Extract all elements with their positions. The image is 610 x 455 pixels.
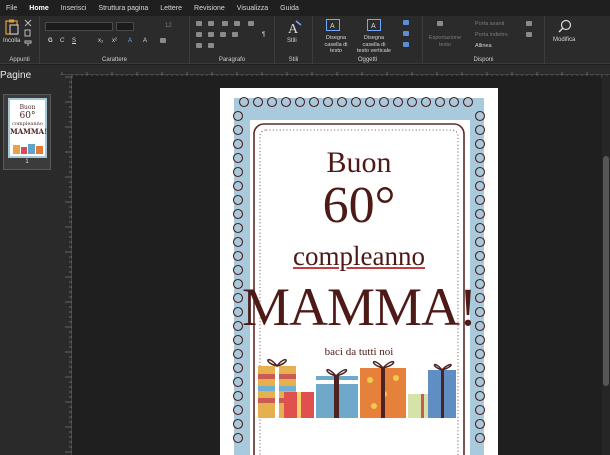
group-appunti: Incolla Appunti [0,16,40,64]
svg-text:A: A [330,23,335,30]
group-label-stili: Stili [288,57,299,63]
draw-vertical-text-box-button[interactable]: Disegna casella di testo verticale [357,35,391,55]
group-stili: A Stili Stili [275,16,313,64]
line-spacing-icon[interactable] [248,21,254,26]
shapes-icon[interactable] [403,42,409,47]
superscript-button[interactable]: x² [112,38,117,44]
group-disponi: Esportazione testo Porta avanti Porta in… [423,16,545,64]
tab-home[interactable]: Home [23,5,54,12]
align-button[interactable]: Allinea [475,43,492,49]
publisher-app: File Home Inserisci Struttura pagina Let… [0,0,610,455]
text-box-icon[interactable]: A [326,19,340,31]
font-size-value: 12 [165,23,172,29]
columns-icon[interactable] [196,43,202,48]
svg-text:A: A [371,23,376,30]
increase-indent-icon[interactable] [234,21,240,26]
group-label-carattere: Carattere [101,57,127,63]
send-backward-button: Porta indietro [475,32,508,38]
tab-struttura-pagina[interactable]: Struttura pagina [92,5,154,12]
format-painter-icon[interactable] [24,39,32,47]
styles-icon[interactable]: A [286,19,302,36]
group-label-disponi: Disponi [473,57,494,63]
decrease-indent-icon[interactable] [222,21,228,26]
vertical-text-box-icon[interactable]: A [367,19,381,31]
copy-icon[interactable] [24,29,32,37]
table-icon[interactable] [403,20,409,25]
group-label-appunti: Appunti [9,57,30,63]
paragraph-marks-icon[interactable]: ¶ [262,32,265,38]
card-text-mamma[interactable]: MAMMA! [220,276,498,338]
align-left-icon[interactable] [196,32,202,37]
pages-pane-title: Pagine [0,70,32,81]
tab-revisione[interactable]: Revisione [188,5,231,12]
ruler-ticks-left [65,76,72,453]
scrollbar-thumb[interactable] [603,156,609,386]
card-text-60[interactable]: 60° [220,180,498,232]
pages-pane: Pagine Buon 60° compleanno MAMMA! 1 [0,65,60,455]
bold-button[interactable]: G [48,38,53,44]
group-label-paragrafo: Paragrafo [218,57,246,63]
text-effects-button[interactable]: A [143,38,147,44]
tab-inserisci[interactable]: Inserisci [55,5,93,12]
thumbnail-text-mamma: MAMMA! [10,127,48,136]
thumbnail-preview: Buon 60° compleanno MAMMA! [8,98,47,158]
group-paragrafo: ¶ Paragrafo [190,16,275,64]
font-color-button[interactable]: A [128,38,132,44]
styles-button[interactable]: Stili [287,38,297,44]
font-name-field[interactable] [45,22,113,31]
publication-page[interactable]: Buon 60° compleanno MAMMA! baci da tutti… [220,88,498,455]
rotate-icon [526,32,532,37]
underline-button[interactable]: S [72,38,76,44]
bullets-icon[interactable] [196,21,202,26]
group-objects-icon [526,21,532,26]
cut-icon[interactable] [24,19,32,27]
menu-bar: File Home Inserisci Struttura pagina Let… [0,0,610,16]
vertical-scrollbar[interactable] [602,76,610,455]
card-text-compleanno[interactable]: compleanno [220,241,498,272]
group-carattere: 12 G C S x₂ x² A A Carattere [40,16,190,64]
group-modifica: Modifica [545,16,585,64]
thumbnail-gifts-image [13,144,43,154]
spacing-before-icon[interactable] [208,43,214,48]
card-text-buon[interactable]: Buon [220,146,498,180]
font-size-field[interactable] [116,22,134,31]
clear-format-icon[interactable] [160,38,166,43]
draw-text-box-button[interactable]: Disegna casella di testo [323,35,349,55]
tab-visualizza[interactable]: Visualizza [231,5,274,12]
picture-icon[interactable] [403,31,409,36]
thumbnail-text-60: 60° [19,111,36,121]
modifica-button[interactable]: Modifica [553,37,575,43]
tab-lettere[interactable]: Lettere [154,5,188,12]
numbering-icon[interactable] [208,21,214,26]
tab-guida[interactable]: Guida [274,5,305,12]
align-center-icon[interactable] [208,32,214,37]
ribbon: Incolla Appunti 12 G C S x₂ x² A A Carat… [0,16,610,64]
text-wrap-icon [437,21,443,26]
group-oggetti: A Disegna casella di testo A Disegna cas… [313,16,423,64]
vertical-ruler[interactable] [60,75,72,455]
align-right-icon[interactable] [220,32,226,37]
horizontal-ruler[interactable] [60,65,610,78]
paste-icon[interactable] [5,19,19,35]
text-wrap-button: Esportazione testo [428,35,462,48]
subscript-button[interactable]: x₂ [98,38,103,44]
svg-text:A: A [288,22,299,36]
page-thumbnail[interactable]: Buon 60° compleanno MAMMA! 1 [3,94,51,170]
group-label-oggetti: Oggetti [357,57,378,63]
bring-forward-button: Porta avanti [475,21,505,27]
italic-button[interactable]: C [60,38,64,44]
paste-button[interactable]: Incolla [3,38,20,44]
page-number: 1 [25,159,29,165]
tab-file[interactable]: File [0,5,23,12]
search-icon[interactable] [558,19,572,33]
justify-icon[interactable] [232,32,238,37]
gift-boxes-image[interactable] [256,350,456,422]
